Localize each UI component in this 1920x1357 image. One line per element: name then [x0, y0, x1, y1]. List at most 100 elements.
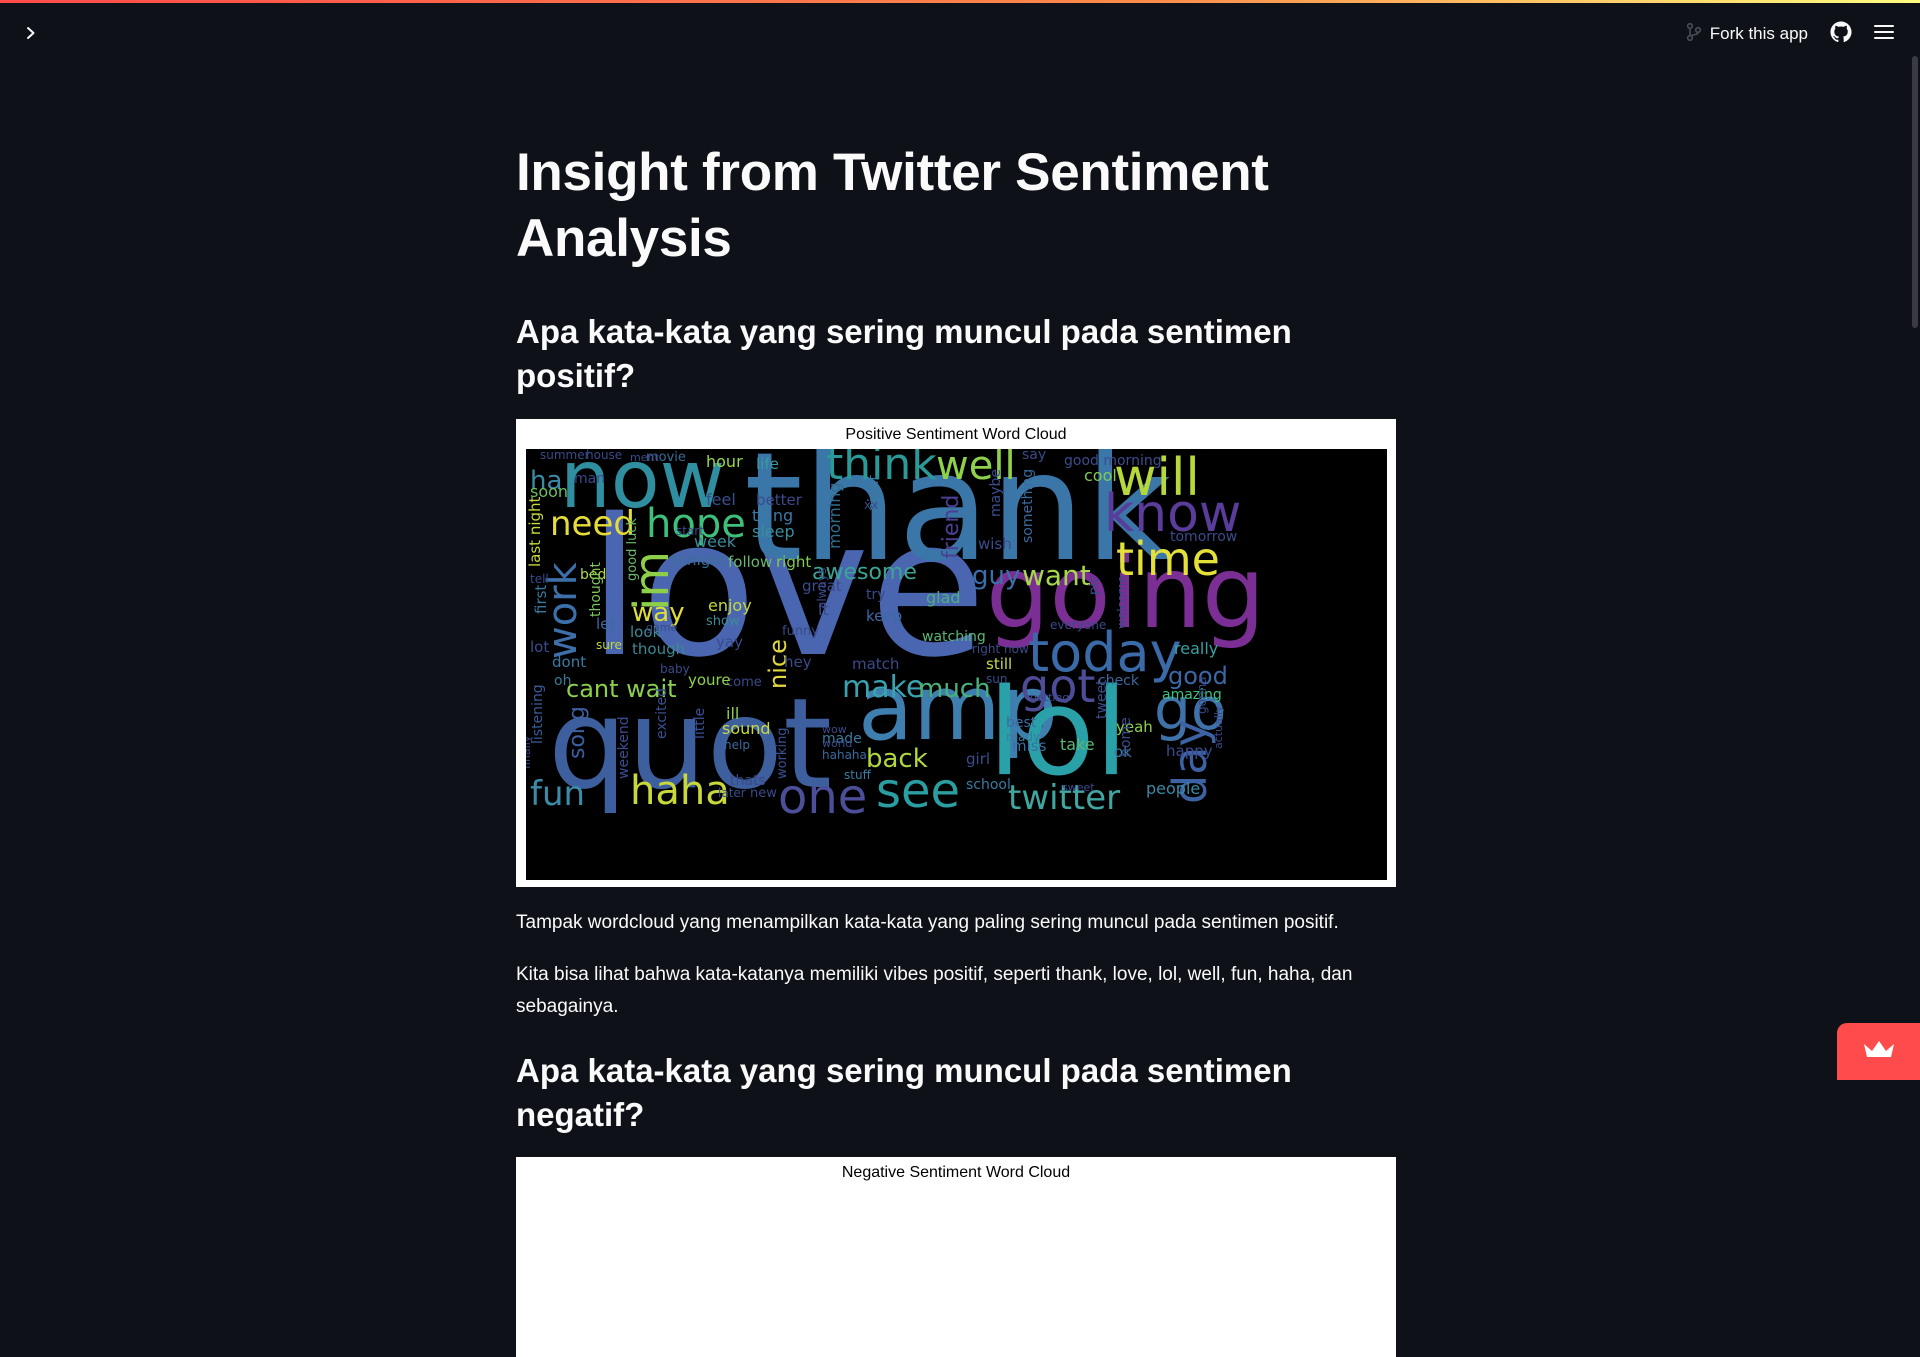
wordcloud-word-really: really — [1174, 639, 1218, 658]
fork-app-label: Fork this app — [1710, 24, 1808, 44]
wordcloud-word-keep: keep — [866, 607, 902, 625]
negative-wordcloud-title: Negative Sentiment Word Cloud — [516, 1157, 1396, 1183]
wordcloud-word-still: still — [986, 655, 1012, 673]
wordcloud-word-xx: xx — [864, 498, 878, 512]
wordcloud-word-sun: sun — [986, 672, 1007, 686]
wordcloud-word-feel: feel — [706, 490, 736, 509]
wordcloud-word-world: world — [822, 737, 852, 750]
wordcloud-word-tell: tell — [530, 572, 549, 586]
wordcloud-word-ment: ment — [630, 451, 659, 464]
wordcloud-word-need: need — [550, 504, 635, 544]
wordcloud-word-finally: finally — [526, 735, 533, 769]
fork-app-button[interactable]: Fork this app — [1686, 22, 1808, 47]
wordcloud-word-working: working — [775, 727, 790, 779]
wordcloud-word-last-night: last night — [526, 496, 544, 567]
wordcloud-word-fun: fun — [530, 774, 585, 814]
positive-section-heading: Apa kata-kata yang sering muncul pada se… — [516, 310, 1396, 398]
wordcloud-word-soon: soon — [530, 482, 568, 501]
positive-wordcloud-image: lovethanknowquotamplolgoingwillknowtimet… — [526, 449, 1387, 880]
wordcloud-word-enjoy: enjoy — [708, 596, 752, 615]
wordcloud-word-excited: excited — [654, 688, 670, 739]
wordcloud-word-everyone: everyone — [1050, 618, 1106, 632]
wordcloud-word-baby: baby — [660, 662, 690, 676]
main-content: Insight from Twitter Sentiment Analysis … — [516, 140, 1396, 1357]
wordcloud-word-make: make — [842, 670, 924, 705]
page-scrollbar[interactable] — [1912, 56, 1918, 328]
wordcloud-word-game: game — [646, 621, 677, 634]
wordcloud-word-match: match — [852, 655, 899, 673]
github-button[interactable] — [1830, 21, 1852, 48]
wordcloud-word-always: always — [815, 568, 829, 609]
sidebar-expand-button[interactable] — [18, 22, 44, 48]
wordcloud-word-say: say — [1022, 449, 1046, 463]
wordcloud-word-take: take — [1060, 735, 1095, 754]
wordcloud-word-sweet: sweet — [1062, 781, 1095, 794]
positive-wordcloud-title: Positive Sentiment Word Cloud — [516, 419, 1396, 445]
wordcloud-word-hahaha: hahaha — [822, 748, 867, 762]
wordcloud-word-house: house — [586, 449, 622, 462]
wordcloud-word-back: back — [866, 744, 928, 774]
wordcloud-word-sure: sure — [596, 638, 622, 652]
wordcloud-word-friend: friend — [939, 495, 964, 559]
wordcloud-word-home: home — [1118, 717, 1134, 757]
wordcloud-word-people: people — [1146, 779, 1200, 798]
wordcloud-word-tonight: tonight — [672, 551, 726, 569]
wordcloud-word-right-now: right now — [972, 642, 1029, 656]
wordcloud-word-thought: thought — [588, 561, 604, 617]
wordcloud-word-wish: wish — [978, 535, 1012, 553]
wordcloud-word-ready: ready — [1006, 730, 1040, 744]
positive-paragraph-2: Kita bisa lihat bahwa kata-katanya memil… — [516, 959, 1396, 1023]
wordcloud-word-tomorrow: tomorrow — [1170, 529, 1237, 545]
wordcloud-word-best: best — [1006, 715, 1037, 731]
wordcloud-word-hey: hey — [784, 653, 812, 671]
negative-section-heading: Apa kata-kata yang sering muncul pada se… — [516, 1049, 1396, 1137]
wordcloud-word-good-morning: good morning — [1064, 453, 1162, 469]
wordcloud-word-getting: getting — [1030, 691, 1069, 704]
wordcloud-word-pic: pic — [1087, 576, 1102, 595]
wordcloud-word-better: better — [756, 491, 803, 509]
wordcloud-word-guy: guy — [972, 561, 1020, 591]
wordcloud-word-girl: girl — [966, 750, 990, 768]
fork-icon — [1686, 22, 1702, 47]
wordcloud-word-later: later — [718, 786, 746, 800]
wordcloud-word-dont: dont — [552, 653, 586, 671]
wordcloud-word-hour: hour — [706, 452, 743, 471]
wordcloud-word-lot: lot — [530, 638, 549, 656]
wordcloud-word-much: much — [918, 674, 991, 704]
wordcloud-word-start: start — [676, 524, 704, 538]
wordcloud-word-tweet: tweet — [1094, 679, 1110, 719]
wordcloud-word-yay: yay — [716, 633, 743, 651]
wordcloud-word-something: something — [1020, 469, 1036, 543]
wordcloud-word-happy: happy — [1166, 742, 1213, 760]
main-menu-button[interactable] — [1874, 24, 1894, 45]
page-title: Insight from Twitter Sentiment Analysis — [516, 140, 1396, 272]
wordcloud-word-though: though — [632, 640, 685, 658]
crown-icon — [1862, 1039, 1896, 1064]
wordcloud-word-man: man — [574, 471, 605, 487]
wordcloud-word-morning: morning — [825, 482, 844, 549]
wordcloud-word-follow: follow — [728, 553, 772, 571]
positive-paragraph-1: Tampak wordcloud yang menampilkan kata-k… — [516, 907, 1396, 939]
wordcloud-word-stuff: stuff — [844, 768, 872, 782]
wordcloud-word-life: life — [756, 455, 779, 473]
streamlit-badge[interactable] — [1837, 1023, 1920, 1080]
wordcloud-word-help: help — [724, 738, 750, 752]
wordcloud-word-amazing: amazing — [1162, 687, 1222, 703]
wordcloud-word-let: let — [596, 615, 615, 633]
wordcloud-word-listening: listening — [530, 684, 546, 744]
app-header: Fork this app — [0, 3, 1920, 61]
wordcloud-word-ill: ill — [726, 704, 739, 723]
negative-wordcloud-figure: Negative Sentiment Word Cloud — [516, 1157, 1396, 1357]
wordcloud-word-welcome: welcome — [1115, 575, 1129, 629]
wordcloud-word-song: song — [565, 706, 590, 759]
wordcloud-word-haha: haha — [630, 768, 730, 814]
chevron-right-icon — [24, 26, 38, 45]
wordcloud-word-oh: oh — [554, 673, 571, 689]
header-toolbar: Fork this app — [1686, 19, 1894, 49]
wordcloud-word-summer: summer — [540, 449, 590, 462]
wordcloud-word-got: got — [1020, 659, 1095, 713]
wordcloud-word-funny: funny — [782, 624, 819, 639]
wordcloud-word-try: try — [866, 587, 886, 603]
wordcloud-word-actually: actually — [1212, 705, 1225, 749]
wordcloud-word-gonna: gonna — [1195, 676, 1209, 714]
